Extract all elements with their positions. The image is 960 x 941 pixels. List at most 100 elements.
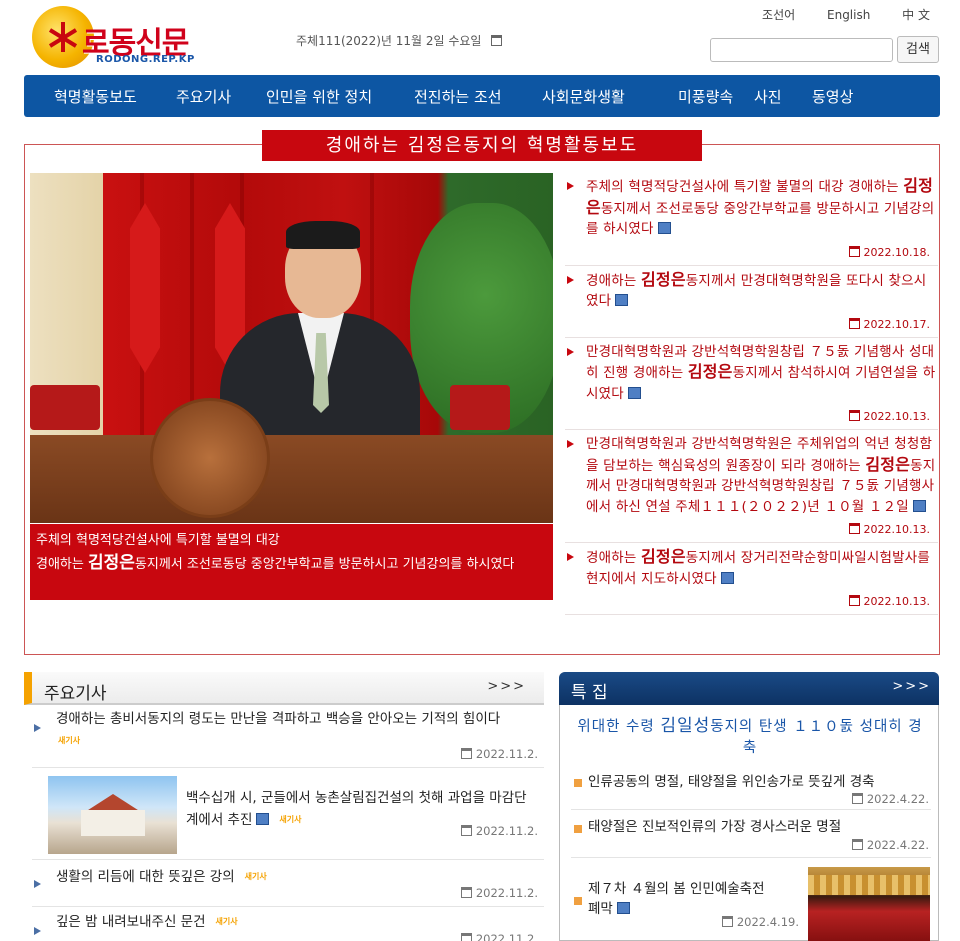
- nav-good-customs[interactable]: 미풍량속: [678, 86, 754, 107]
- special-header: 특 집 >>>: [559, 672, 939, 705]
- special-name: 김일성: [660, 716, 711, 736]
- article-text: 경애하는 총비서동지의 령도는 만난을 격파하고 백승을 안아오는 기적의 힘이…: [56, 711, 501, 727]
- podium-emblem: [150, 398, 270, 518]
- lang-english[interactable]: English: [827, 8, 870, 22]
- nav-politics-for-people[interactable]: 인민을 위한 정치: [266, 86, 414, 107]
- caption-name: 김정은: [87, 553, 135, 573]
- caption-line1: 주체의 혁명적당건설사에 특기할 불멸의 대강: [36, 533, 280, 548]
- photo-icon: [615, 294, 629, 306]
- nav-social-cultural-life[interactable]: 사회문화생활: [542, 86, 678, 107]
- special-more-link[interactable]: >>>: [892, 679, 931, 694]
- news-title: 경애하는 김정은동지께서 만경대혁명학원을 또다시 찾으시였다: [586, 270, 938, 312]
- news-post: 동지께서 조선로동당 중앙간부학교를 방문하시고 기념강의를 하시였다: [586, 200, 935, 238]
- feature-caption[interactable]: 주체의 혁명적당건설사에 특기할 불멸의 대강 경애하는 김정은동지께서 조선로…: [30, 524, 553, 600]
- speaker-hair: [286, 221, 360, 249]
- special-item-text: 제７차 ４월의 봄 인민예술축전 폐막: [588, 881, 765, 917]
- arrow-icon: [34, 927, 41, 935]
- article-item[interactable]: 생활의 리듬에 대한 뜻깊은 강의 새기사 2022.11.2.: [32, 860, 544, 907]
- feature-section-title[interactable]: 경애하는 김정은동지의 혁명활동보도: [262, 130, 702, 161]
- article-date: 2022.11.2.: [460, 886, 538, 900]
- feature-photo[interactable]: [30, 173, 553, 523]
- news-pre: 경애하는: [586, 272, 641, 289]
- language-switcher: 조선어 English 中 文: [734, 6, 930, 23]
- article-item[interactable]: 깊은 밤 내려보내주신 문건 새기사 2022.11.2.: [32, 907, 544, 941]
- news-name: 김정은: [640, 269, 686, 289]
- article-thumbnail[interactable]: [48, 776, 177, 854]
- news-date-text: 2022.10.13.: [863, 595, 930, 608]
- nav-advancing-korea[interactable]: 전진하는 조선: [414, 86, 542, 107]
- feature-news-list: 주체의 혁명적당건설사에 특기할 불멸의 대강 경애하는 김정은 동지께서 조선로…: [565, 172, 938, 615]
- photo-icon: [657, 222, 671, 234]
- article-date: 2022.11.2.: [460, 824, 538, 838]
- thumb-house: [81, 810, 145, 836]
- calendar-icon: [848, 595, 860, 606]
- main-articles-more-link[interactable]: >>>: [487, 679, 526, 694]
- feature-news-item[interactable]: 경애하는 김정은동지께서 만경대혁명학원을 또다시 찾으시였다 2022.10.…: [565, 266, 938, 338]
- special-thumbnail[interactable]: [808, 867, 930, 941]
- arrow-icon: [567, 347, 574, 356]
- news-title: 만경대혁명학원과 강반석혁명학원은 주체위업의 억년 청청함을 담보하는 핵심육…: [586, 434, 938, 517]
- special-feature-headline[interactable]: 위대한 수령 김일성동지의 탄생 １１０돐 성대히 경축: [575, 716, 925, 759]
- new-article-tag: 새기사: [279, 815, 302, 824]
- news-title: 주체의 혁명적당건설사에 특기할 불멸의 대강 경애하는 김정은동지께서 조선로…: [586, 176, 938, 240]
- main-articles-title[interactable]: 주요기사: [44, 679, 107, 704]
- special-date-text: 2022.4.22.: [866, 792, 929, 806]
- photo-icon: [616, 902, 630, 914]
- calendar-icon: [460, 887, 472, 898]
- current-date: 주체111(2022)년 11월 2일 수요일: [296, 32, 503, 49]
- calendar-icon[interactable]: [491, 35, 503, 46]
- seat: [450, 385, 510, 430]
- article-item[interactable]: 백수십개 시, 군들에서 농촌살림집건설의 첫해 과업을 마감단계에서 추진 새기…: [32, 768, 544, 860]
- news-date: 2022.10.13.: [586, 410, 938, 423]
- arrow-icon: [34, 724, 41, 732]
- article-item[interactable]: 경애하는 총비서동지의 령도는 만난을 격파하고 백승을 안아오는 기적의 힘이…: [32, 705, 544, 768]
- special-item[interactable]: 태양절은 진보적인류의 가장 경사스러운 명절 2022.4.22.: [571, 815, 931, 858]
- feature-news-item[interactable]: 만경대혁명학원과 강반석혁명학원창립 ７５돐 기념행사 성대히 진행 경애하는 …: [565, 338, 938, 430]
- lang-chinese[interactable]: 中 文: [902, 8, 930, 22]
- photo-icon: [912, 499, 926, 512]
- special-item-date: 2022.4.19.: [721, 915, 799, 929]
- calendar-icon: [848, 317, 860, 329]
- special-item-date: 2022.4.22.: [851, 792, 929, 806]
- special-item[interactable]: 인류공동의 명절, 태양절을 위인송가로 뜻깊게 경축 2022.4.22.: [571, 770, 931, 810]
- new-article-tag: 새기사: [244, 872, 267, 881]
- bullet-icon: [574, 897, 582, 905]
- feature-news-item[interactable]: 만경대혁명학원과 강반석혁명학원은 주체위업의 억년 청청함을 담보하는 핵심육…: [565, 430, 938, 543]
- feature-news-item[interactable]: 주체의 혁명적당건설사에 특기할 불멸의 대강 경애하는 김정은동지께서 조선로…: [565, 172, 938, 266]
- nav-videos[interactable]: 동영상: [812, 86, 882, 107]
- news-date: 2022.10.13.: [586, 523, 938, 536]
- nav-photos[interactable]: 사진: [754, 86, 812, 107]
- main-articles-list: 경애하는 총비서동지의 령도는 만난을 격파하고 백승을 안아오는 기적의 힘이…: [32, 705, 544, 941]
- site-logo[interactable]: 로동신문 RODONG.REP.KP: [30, 4, 195, 70]
- calendar-icon: [848, 245, 860, 257]
- news-name: 김정은: [640, 547, 686, 566]
- news-date-text: 2022.10.17.: [863, 317, 930, 331]
- special-item-date: 2022.4.22.: [851, 838, 929, 852]
- search-input[interactable]: [710, 38, 893, 62]
- article-text: 생활의 리듬에 대한 뜻깊은 강의: [56, 869, 235, 885]
- article-date: 2022.11.2.: [460, 932, 538, 941]
- calendar-icon: [460, 825, 472, 836]
- calendar-icon: [851, 793, 863, 804]
- article-date-text: 2022.11.2.: [475, 886, 538, 900]
- special-post: 동지의 탄생 １１０돐 성대히 경축: [710, 719, 923, 756]
- news-date-text: 2022.10.18.: [863, 245, 930, 259]
- flag: [130, 203, 160, 373]
- bullet-icon: [574, 825, 582, 833]
- news-title: 경애하는 김정은동지께서 장거리전략순항미싸일시험발사를 현지에서 지도하시였다: [586, 547, 938, 589]
- bullet-icon: [574, 779, 582, 787]
- lang-korean[interactable]: 조선어: [762, 8, 795, 22]
- nav-main-articles[interactable]: 주요기사: [176, 86, 266, 107]
- nav-revolutionary-activities[interactable]: 혁명활동보도: [54, 86, 176, 107]
- new-article-tag: 새기사: [215, 917, 238, 926]
- article-title: 깊은 밤 내려보내주신 문건 새기사: [56, 911, 476, 933]
- article-date-text: 2022.11.2.: [475, 824, 538, 838]
- feature-news-item[interactable]: 경애하는 김정은동지께서 장거리전략순항미싸일시험발사를 현지에서 지도하시였다…: [565, 543, 938, 615]
- search-button[interactable]: 검색: [897, 36, 939, 63]
- news-name: 김정은: [865, 454, 911, 474]
- special-title[interactable]: 특 집: [571, 678, 608, 703]
- lectern-desk: [30, 435, 553, 523]
- news-date: 2022.10.13.: [586, 595, 938, 608]
- photo-icon: [627, 386, 641, 399]
- calendar-icon: [460, 933, 472, 941]
